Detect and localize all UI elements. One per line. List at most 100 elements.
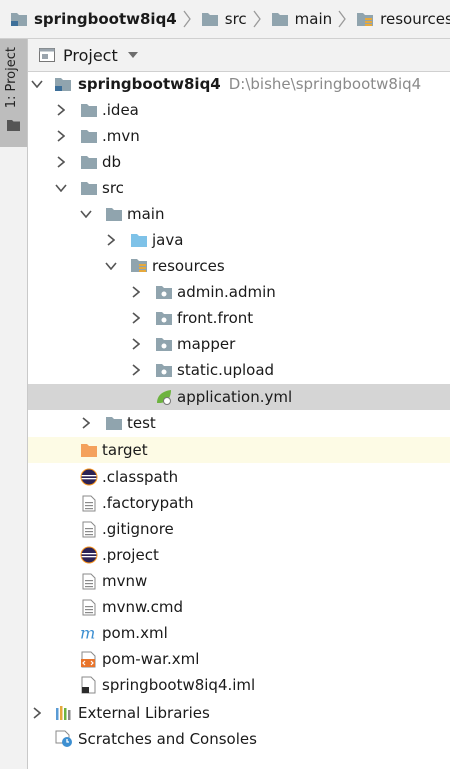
tree-node-label: pom.xml bbox=[102, 624, 168, 642]
breadcrumb-item-resources[interactable]: resources bbox=[346, 0, 450, 38]
chevron-right-icon[interactable] bbox=[55, 97, 67, 123]
spring-config-file-icon bbox=[155, 384, 173, 410]
project-path: D:\bishe\springbootw8iq4 bbox=[228, 75, 422, 93]
module-file-icon bbox=[80, 672, 98, 698]
project-view-title[interactable]: Project bbox=[63, 46, 118, 65]
scratches-icon bbox=[55, 726, 73, 752]
text-file-icon bbox=[80, 516, 98, 542]
chevron-down-icon[interactable] bbox=[80, 201, 92, 227]
chevron-down-icon[interactable] bbox=[31, 71, 43, 97]
tree-node-project-file[interactable]: .project bbox=[28, 542, 450, 568]
tree-node-application-yml[interactable]: application.yml bbox=[28, 384, 450, 410]
package-folder-icon bbox=[155, 305, 173, 331]
tree-node-label: Scratches and Consoles bbox=[78, 730, 257, 748]
tree-node-test[interactable]: test bbox=[28, 410, 450, 436]
tree-node-label: java bbox=[152, 231, 184, 249]
chevron-right-icon[interactable] bbox=[130, 305, 142, 331]
chevron-right-icon[interactable] bbox=[31, 700, 43, 726]
tree-node-pom-xml[interactable]: m pom.xml bbox=[28, 620, 450, 646]
tree-node-label: db bbox=[102, 153, 122, 171]
resources-folder-icon bbox=[356, 11, 374, 27]
project-tool-window-tab[interactable]: 1: Project bbox=[0, 39, 27, 147]
chevron-right-icon bbox=[183, 0, 191, 38]
breadcrumb-label: main bbox=[294, 10, 333, 28]
folder-icon bbox=[271, 11, 289, 27]
breadcrumb-item-src[interactable]: src bbox=[191, 0, 247, 38]
chevron-down-icon[interactable] bbox=[55, 175, 67, 201]
tree-node-label: .idea bbox=[102, 101, 139, 119]
text-file-icon bbox=[80, 594, 98, 620]
tree-node-classpath[interactable]: .classpath bbox=[28, 464, 450, 490]
libraries-icon bbox=[55, 700, 73, 726]
module-folder-icon bbox=[10, 11, 28, 27]
chevron-down-icon[interactable] bbox=[105, 253, 117, 279]
tree-node-mvnw-cmd[interactable]: mvnw.cmd bbox=[28, 594, 450, 620]
tree-node-main[interactable]: main bbox=[28, 201, 450, 227]
chevron-right-icon[interactable] bbox=[130, 279, 142, 305]
resources-folder-icon bbox=[130, 253, 148, 279]
excluded-folder-icon bbox=[80, 437, 98, 463]
package-folder-icon bbox=[155, 279, 173, 305]
tree-node-label: front.front bbox=[177, 309, 254, 327]
chevron-right-icon[interactable] bbox=[105, 227, 117, 253]
tree-node-java[interactable]: java bbox=[28, 227, 450, 253]
tree-node-src[interactable]: src bbox=[28, 175, 450, 201]
chevron-right-icon[interactable] bbox=[55, 123, 67, 149]
tree-node-admin-admin[interactable]: admin.admin bbox=[28, 279, 450, 305]
eclipse-file-icon bbox=[80, 464, 98, 490]
chevron-right-icon[interactable] bbox=[130, 357, 142, 383]
xml-file-icon bbox=[80, 646, 98, 672]
chevron-right-icon[interactable] bbox=[130, 331, 142, 357]
tree-node-label: test bbox=[127, 414, 156, 432]
tree-node-scratches[interactable]: Scratches and Consoles bbox=[28, 726, 450, 752]
tool-window-tab-label: 1: Project bbox=[4, 47, 19, 109]
tree-node-mapper[interactable]: mapper bbox=[28, 331, 450, 357]
tree-node-target[interactable]: target bbox=[28, 437, 450, 463]
tree-node-db[interactable]: db bbox=[28, 149, 450, 175]
breadcrumb-item-main[interactable]: main bbox=[261, 0, 332, 38]
tree-node-root[interactable]: springbootw8iq4 D:\bishe\springbootw8iq4 bbox=[28, 71, 450, 97]
tree-node-label: src bbox=[102, 179, 124, 197]
tree-node-iml[interactable]: springbootw8iq4.iml bbox=[28, 672, 450, 698]
tree-node-pom-war-xml[interactable]: pom-war.xml bbox=[28, 646, 450, 672]
tree-node-mvn[interactable]: .mvn bbox=[28, 123, 450, 149]
tool-window-strip: 1: Project bbox=[0, 39, 28, 769]
folder-icon bbox=[80, 149, 98, 175]
text-file-icon bbox=[80, 568, 98, 594]
tree-node-label: .mvn bbox=[102, 127, 140, 145]
package-folder-icon bbox=[155, 331, 173, 357]
tree-node-label: .project bbox=[102, 546, 159, 564]
maven-icon: m bbox=[80, 620, 98, 646]
tree-node-idea[interactable]: .idea bbox=[28, 97, 450, 123]
tree-node-label: springbootw8iq4 D:\bishe\springbootw8iq4 bbox=[78, 75, 421, 93]
chevron-right-icon bbox=[338, 0, 346, 38]
tree-node-resources[interactable]: resources bbox=[28, 253, 450, 279]
folder-icon bbox=[105, 201, 123, 227]
chevron-right-icon[interactable] bbox=[80, 410, 92, 436]
tree-node-label: admin.admin bbox=[177, 283, 276, 301]
caret-down-icon[interactable] bbox=[127, 52, 138, 58]
breadcrumb-item-project[interactable]: springbootw8iq4 bbox=[0, 0, 177, 38]
tree-node-static-upload[interactable]: static.upload bbox=[28, 357, 450, 383]
package-folder-icon bbox=[155, 357, 173, 383]
tree-node-label: static.upload bbox=[177, 361, 275, 379]
tree-node-label: .factorypath bbox=[102, 494, 194, 512]
folder-icon bbox=[80, 123, 98, 149]
tree-node-front-front[interactable]: front.front bbox=[28, 305, 450, 331]
folder-icon bbox=[80, 97, 98, 123]
project-panel-header: Project bbox=[28, 39, 450, 72]
tree-node-label: application.yml bbox=[177, 388, 293, 406]
tree-node-factorypath[interactable]: .factorypath bbox=[28, 490, 450, 516]
tree-node-label: pom-war.xml bbox=[102, 650, 200, 668]
chevron-right-icon[interactable] bbox=[55, 149, 67, 175]
tree-node-gitignore[interactable]: .gitignore bbox=[28, 516, 450, 542]
svg-text:m: m bbox=[80, 624, 95, 642]
tree-node-external-libraries[interactable]: External Libraries bbox=[28, 700, 450, 726]
tree-node-label: mvnw.cmd bbox=[102, 598, 184, 616]
folder-icon bbox=[105, 410, 123, 436]
tree-node-mvnw[interactable]: mvnw bbox=[28, 568, 450, 594]
text-file-icon bbox=[80, 490, 98, 516]
tree-node-label: springbootw8iq4.iml bbox=[102, 676, 256, 694]
folder-icon bbox=[7, 120, 20, 131]
project-view-icon bbox=[39, 48, 55, 62]
